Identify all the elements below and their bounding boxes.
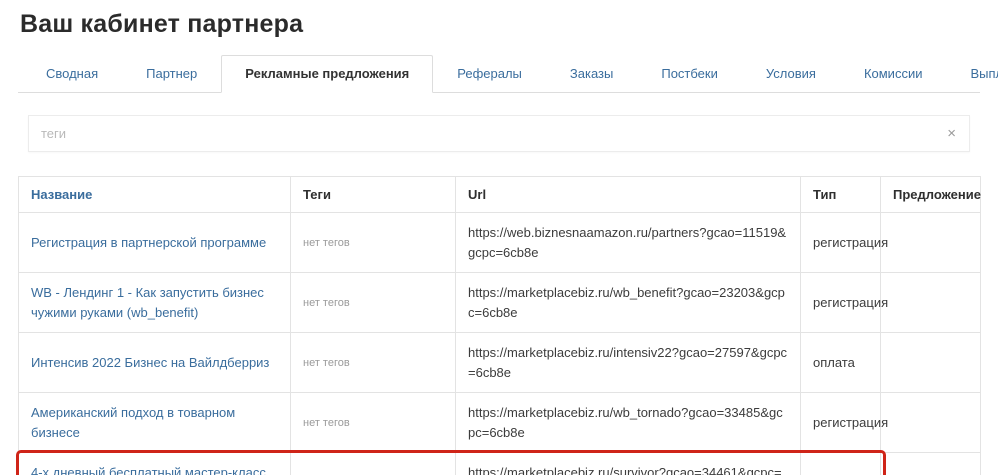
column-header-tags: Теги <box>290 176 456 213</box>
tab-item[interactable]: Рефералы <box>433 55 546 93</box>
table-body: Регистрация в партнерской программе нет т… <box>18 212 981 475</box>
offer-url-cell: https://marketplacebiz.ru/intensiv22?gca… <box>455 332 801 393</box>
offer-tags-cell: нет тегов <box>290 272 456 333</box>
offer-name-link[interactable]: Американский подход в товарном бизнесе <box>31 405 235 440</box>
table-header: Название Теги Url Тип Предложение <box>18 176 981 213</box>
table-row: Интенсив 2022 Бизнес на Вайлдберриз нет т… <box>18 332 981 393</box>
offer-url-cell: https://marketplacebiz.ru/wb_benefit?gca… <box>455 272 801 333</box>
offer-tags-cell: нет тегов <box>290 212 456 273</box>
offer-name-cell: Интенсив 2022 Бизнес на Вайлдберриз <box>18 332 291 393</box>
offers-table: Название Теги Url Тип Предложение Регист… <box>18 176 981 475</box>
table-row: Американский подход в товарном бизнесе не… <box>18 392 981 453</box>
offer-name-cell: Американский подход в товарном бизнесе <box>18 392 291 453</box>
column-header-type: Тип <box>800 176 881 213</box>
partner-cabinet-page: Ваш кабинет партнера Сводная Партнер Рекла… <box>0 0 998 475</box>
offer-proposal-cell <box>880 452 981 475</box>
offer-tags-cell: нет тегов <box>290 392 456 453</box>
table-row: Регистрация в партнерской программе нет т… <box>18 212 981 273</box>
tags-filter: × <box>28 115 970 152</box>
page-title: Ваш кабинет партнера <box>20 10 304 38</box>
header-row: Название Теги Url Тип Предложение <box>18 176 981 213</box>
tab-item[interactable]: Сводная <box>22 55 122 93</box>
table-row: WB - Лендинг 1 - Как запустить бизнес чу… <box>18 272 981 333</box>
offer-name-cell: WB - Лендинг 1 - Как запустить бизнес чу… <box>18 272 291 333</box>
offer-name-link[interactable]: Интенсив 2022 Бизнес на Вайлдберриз <box>31 355 269 370</box>
column-header-offer: Предложение <box>880 176 981 213</box>
tab-active[interactable]: Рекламные предложения <box>221 55 434 93</box>
offer-proposal-cell <box>880 272 981 333</box>
offer-name-cell: Регистрация в партнерской программе <box>18 212 291 273</box>
tab-item[interactable]: Заказы <box>546 55 637 93</box>
offer-name-link[interactable]: Регистрация в партнерской программе <box>31 235 266 250</box>
offer-url-cell: https://marketplacebiz.ru/wb_tornado?gca… <box>455 392 801 453</box>
offer-type-cell: регистрация <box>800 392 888 453</box>
offer-proposal-cell <box>880 212 981 273</box>
offer-proposal-cell <box>880 332 981 393</box>
clear-filter-icon[interactable]: × <box>934 125 969 142</box>
offer-tags-cell: нет тегов <box>290 332 456 393</box>
offer-type-cell: регистрация <box>800 452 881 475</box>
tab-item[interactable]: Партнер <box>122 55 221 93</box>
table-row: 4-х дневный бесплатный мастер-класс "Выж… <box>18 452 981 475</box>
offer-name-link[interactable]: WB - Лендинг 1 - Как запустить бизнес чу… <box>31 285 264 320</box>
tabs-bar: Сводная Партнер Рекламные предложения Рефер… <box>18 55 998 93</box>
offer-url-cell: https://marketplacebiz.ru/survivor?gcao=… <box>455 452 801 475</box>
tab-item[interactable]: Выплаты <box>946 55 998 93</box>
offer-type-cell: регистрация <box>800 272 888 333</box>
offer-tags-cell: нет тегов <box>290 452 456 475</box>
offer-proposal-cell <box>880 392 981 453</box>
offer-url-cell: https://web.biznesnaamazon.ru/partners?g… <box>455 212 801 273</box>
tags-filter-input[interactable] <box>29 126 935 141</box>
offer-type-cell: регистрация <box>800 212 888 273</box>
tab-item[interactable]: Условия <box>742 55 840 93</box>
offer-name-link[interactable]: 4-х дневный бесплатный мастер-класс "Выж… <box>31 465 266 475</box>
offer-name-cell: 4-х дневный бесплатный мастер-класс "Выж… <box>18 452 291 475</box>
tab-item[interactable]: Комиссии <box>840 55 947 93</box>
offer-type-cell: оплата <box>800 332 881 393</box>
column-header-url: Url <box>455 176 801 213</box>
column-header-name[interactable]: Название <box>18 176 291 213</box>
tab-item[interactable]: Постбеки <box>637 55 742 93</box>
